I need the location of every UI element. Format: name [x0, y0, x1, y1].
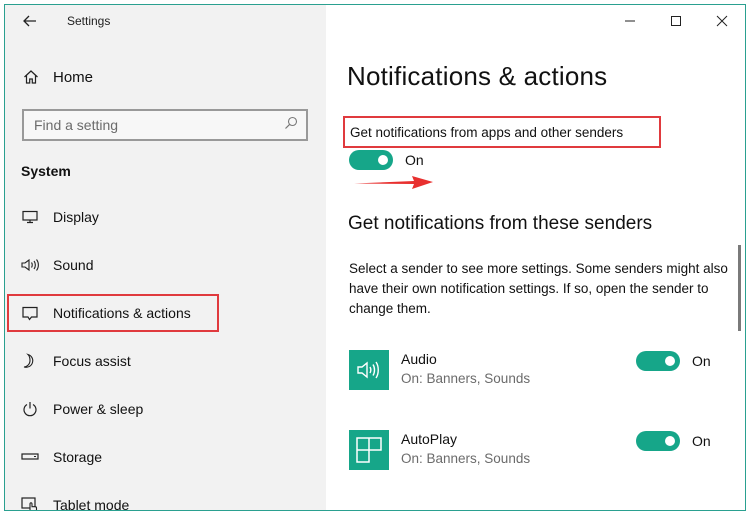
main-content: Notifications & actions Get notification… — [326, 5, 745, 510]
section-label-system: System — [21, 163, 71, 179]
sender-toggle-group: On — [636, 431, 711, 451]
window-controls — [607, 5, 745, 37]
toggle-knob — [665, 436, 675, 446]
master-toggle-state: On — [405, 152, 424, 168]
sound-icon — [21, 256, 39, 274]
sender-toggle-autoplay[interactable] — [636, 431, 680, 451]
red-arrow-annotation — [354, 176, 433, 189]
sidebar-item-home[interactable]: Home — [21, 67, 93, 87]
sender-toggle-state: On — [692, 353, 711, 369]
page-title: Notifications & actions — [347, 61, 608, 91]
back-arrow-icon — [23, 15, 36, 27]
display-icon — [21, 208, 39, 226]
close-icon — [716, 15, 728, 27]
minimize-icon — [625, 20, 635, 22]
home-label: Home — [53, 68, 94, 86]
sidebar-item-label: Notifications & actions — [53, 305, 191, 321]
master-notifications-toggle[interactable] — [349, 150, 393, 170]
sidebar-item-focus-assist[interactable]: Focus assist — [21, 347, 131, 375]
sidebar: Settings Home System Display — [5, 5, 326, 510]
notification-icon — [21, 304, 39, 322]
sender-toggle-audio[interactable] — [636, 351, 680, 371]
sidebar-item-display[interactable]: Display — [21, 203, 99, 231]
home-icon — [21, 67, 41, 87]
audio-app-icon — [349, 350, 389, 390]
sidebar-item-storage[interactable]: Storage — [21, 443, 102, 471]
toggle-knob — [378, 155, 388, 165]
sender-name: AutoPlay — [401, 431, 458, 447]
sidebar-item-label: Display — [53, 209, 99, 225]
settings-window: Settings Home System Display — [4, 4, 746, 511]
toggle-knob — [665, 356, 675, 366]
maximize-icon — [671, 16, 681, 26]
sender-row-audio[interactable]: Audio On: Banners, Sounds On — [349, 350, 729, 390]
sidebar-item-notifications-actions[interactable]: Notifications & actions — [21, 299, 191, 327]
sender-detail: On: Banners, Sounds — [401, 371, 531, 386]
sidebar-item-label: Focus assist — [53, 353, 131, 369]
senders-description: Select a sender to see more settings. So… — [349, 261, 728, 316]
minimize-button[interactable] — [607, 5, 653, 37]
app-title: Settings — [67, 14, 111, 28]
sender-row-autoplay[interactable]: AutoPlay On: Banners, Sounds On — [349, 430, 729, 470]
scrollbar-thumb[interactable] — [738, 245, 741, 331]
senders-heading: Get notifications from these senders — [348, 213, 653, 234]
tablet-mode-icon — [21, 496, 39, 510]
sender-toggle-state: On — [692, 433, 711, 449]
sender-name: Audio — [401, 351, 437, 367]
search-icon[interactable] — [284, 116, 298, 135]
moon-icon — [21, 352, 39, 370]
power-icon — [21, 400, 39, 418]
storage-icon — [21, 448, 39, 466]
sidebar-item-power-sleep[interactable]: Power & sleep — [21, 395, 143, 423]
search-box[interactable] — [22, 109, 308, 141]
master-toggle-label: Get notifications from apps and other se… — [350, 124, 624, 140]
back-button[interactable] — [19, 10, 41, 32]
sidebar-item-label: Sound — [53, 257, 94, 273]
maximize-button[interactable] — [653, 5, 699, 37]
sender-detail: On: Banners, Sounds — [401, 451, 531, 466]
sender-toggle-group: On — [636, 351, 711, 371]
sidebar-item-label: Power & sleep — [53, 401, 144, 417]
sidebar-item-sound[interactable]: Sound — [21, 251, 93, 279]
master-toggle-row: On — [349, 150, 424, 170]
close-button[interactable] — [699, 5, 745, 37]
autoplay-app-icon — [349, 430, 389, 470]
sidebar-item-label: Tablet mode — [53, 497, 130, 511]
sidebar-item-tablet-mode[interactable]: Tablet mode — [21, 491, 130, 511]
search-input[interactable] — [34, 117, 274, 133]
master-toggle-label-highlight: Get notifications from apps and other se… — [343, 116, 661, 148]
sidebar-item-label: Storage — [53, 449, 103, 465]
